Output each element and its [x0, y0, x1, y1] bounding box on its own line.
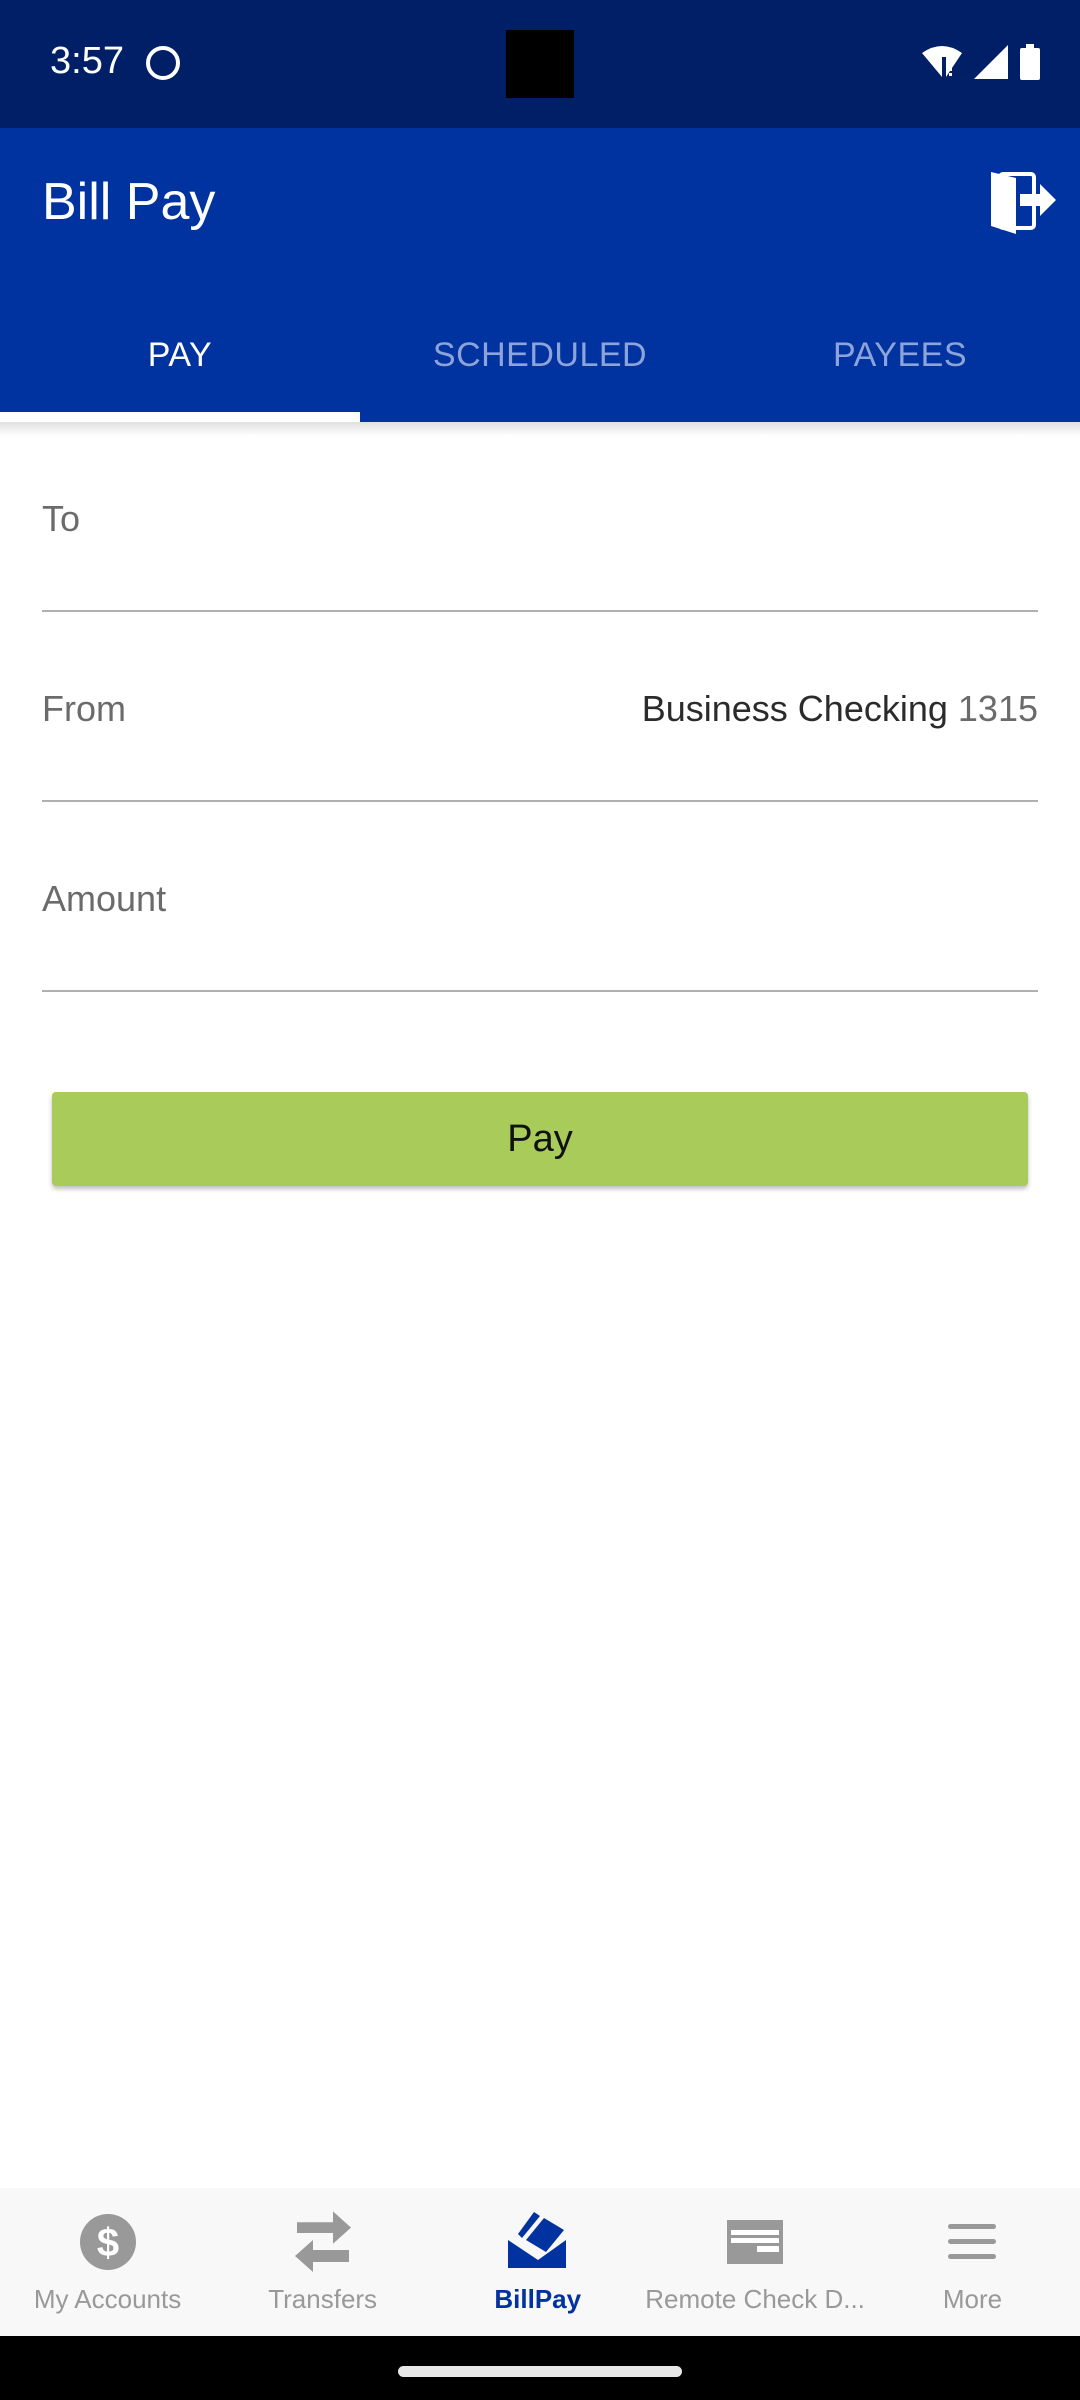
- nav-label: My Accounts: [33, 2284, 182, 2314]
- bill-envelope-icon: [507, 2212, 566, 2268]
- to-field[interactable]: To: [42, 422, 1038, 612]
- from-field[interactable]: From Business Checking 1315: [42, 612, 1038, 802]
- amount-label: Amount: [42, 878, 167, 919]
- cat-notification-icon: [146, 46, 180, 80]
- transfer-arrows-icon: [294, 2211, 351, 2272]
- nav-item-remote-check-deposit[interactable]: Remote Check D...: [645, 2188, 865, 2336]
- nav-label: Remote Check D...: [645, 2284, 865, 2314]
- tab-payees[interactable]: PAYEES: [720, 288, 1080, 422]
- app-bar: Bill Pay PAY SCHEDULED PAYEES: [0, 128, 1080, 422]
- bottom-nav: $ My Accounts Transfers BillPay Remote C…: [0, 2188, 1080, 2336]
- pay-button[interactable]: Pay: [52, 1092, 1028, 1186]
- status-bar: 3:57: [0, 0, 1080, 128]
- tab-bar: PAY SCHEDULED PAYEES: [0, 288, 1080, 422]
- tab-payees-label: PAYEES: [832, 335, 968, 374]
- amount-field[interactable]: Amount: [42, 802, 1038, 992]
- system-gesture-bar: [0, 2336, 1080, 2400]
- nav-item-transfers[interactable]: Transfers: [215, 2188, 430, 2336]
- account-name: Business Checking: [641, 688, 948, 729]
- dollar-circle-icon: $: [79, 2214, 136, 2270]
- home-gesture-handle[interactable]: [398, 2366, 682, 2377]
- battery-icon: [1020, 44, 1040, 80]
- tab-pay[interactable]: PAY: [0, 288, 360, 422]
- tab-scheduled-label: SCHEDULED: [432, 335, 648, 374]
- nav-item-more[interactable]: More: [865, 2188, 1080, 2336]
- page-title: Bill Pay: [42, 173, 216, 231]
- nav-label: Transfers: [268, 2284, 378, 2314]
- menu-icon: [948, 2224, 997, 2259]
- nav-item-my-accounts[interactable]: $ My Accounts: [0, 2188, 215, 2336]
- check-deposit-icon: [727, 2220, 784, 2264]
- to-label: To: [42, 498, 81, 539]
- status-time: 3:57: [50, 40, 124, 82]
- nav-item-billpay[interactable]: BillPay: [430, 2188, 645, 2336]
- nav-label: BillPay: [494, 2284, 582, 2314]
- tab-scheduled[interactable]: SCHEDULED: [360, 288, 720, 422]
- account-number: 1315: [957, 688, 1038, 729]
- camera-cutout: [506, 30, 574, 98]
- logout-door-icon[interactable]: [988, 168, 1058, 234]
- nav-label: More: [942, 2284, 1003, 2314]
- tab-pay-label: PAY: [147, 335, 213, 374]
- svg-text:$: $: [96, 2221, 118, 2265]
- wifi-alert-icon: [922, 46, 962, 77]
- status-icons: [922, 44, 1040, 80]
- from-label: From: [42, 688, 126, 729]
- tab-indicator: [0, 412, 360, 422]
- from-account: Business Checking 1315: [642, 688, 1038, 730]
- signal-icon: [974, 45, 1008, 79]
